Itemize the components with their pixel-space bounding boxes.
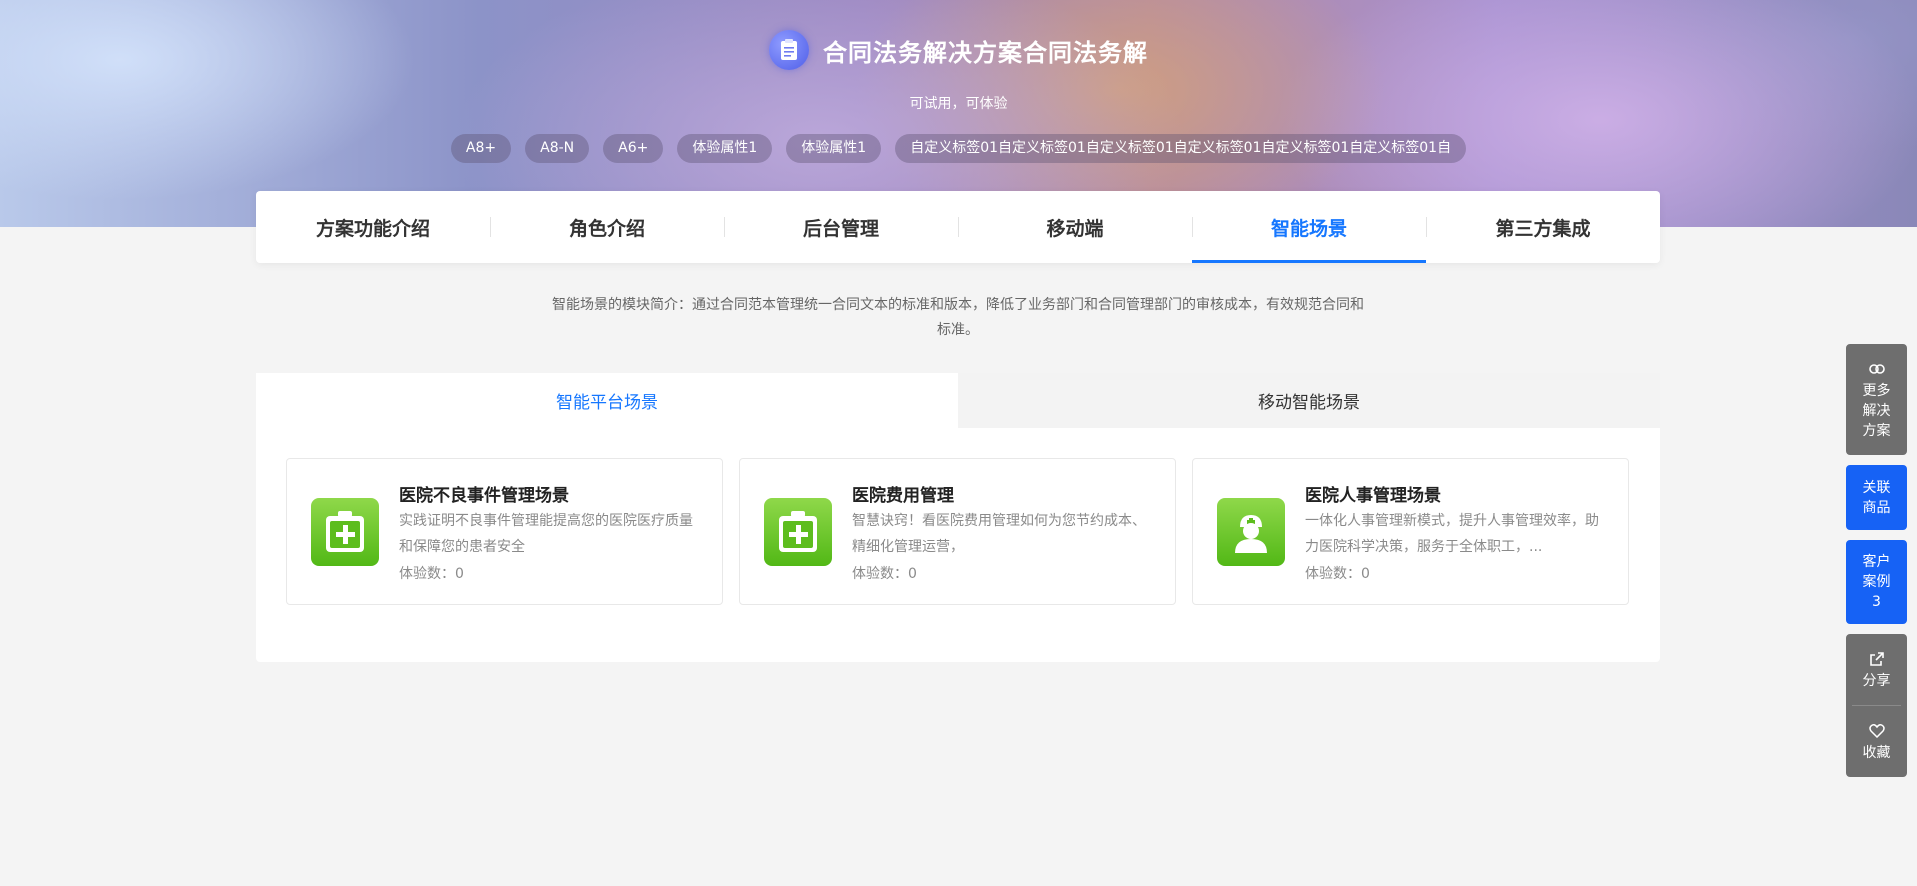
scenario-card-list: 医院不良事件管理场景 实践证明不良事件管理能提高您的医院医疗质量和保障您的患者安…	[286, 458, 1629, 605]
customer-cases-count: 3	[1872, 594, 1881, 610]
scenario-card[interactable]: 医院不良事件管理场景 实践证明不良事件管理能提高您的医院医疗质量和保障您的患者安…	[286, 458, 723, 605]
scene-tabs: 智能平台场景 移动智能场景	[256, 373, 1660, 428]
favorite-button[interactable]: 收藏	[1846, 706, 1907, 777]
share-button[interactable]: 分享	[1846, 634, 1907, 705]
tab-roles[interactable]: 角色介绍	[490, 191, 724, 263]
scenario-card-desc: 智慧诀窍！看医院费用管理如何为您节约成本、精细化管理运营，	[852, 513, 1146, 555]
related-products-label: 关联商品	[1862, 479, 1891, 516]
tab-platform-scenarios[interactable]: 智能平台场景	[256, 373, 958, 428]
tab-backend-admin[interactable]: 后台管理	[724, 191, 958, 263]
favorite-label: 收藏	[1862, 744, 1891, 761]
heart-icon	[1868, 721, 1885, 741]
hero-tag-list: A8+ A8-N A6+ 体验属性1 体验属性1 自定义标签01自定义标签01自…	[0, 134, 1917, 163]
tag-a8plus: A8+	[450, 134, 512, 163]
page-title: 合同法务解决方案合同法务解	[823, 38, 1148, 67]
share-icon	[1869, 649, 1885, 669]
hero-subtitle: 可试用，可体验	[909, 96, 1008, 112]
scenario-card-body: 医院不良事件管理场景 实践证明不良事件管理能提高您的医院医疗质量和保障您的患者安…	[399, 481, 698, 604]
customer-cases-label: 客户案例	[1862, 554, 1891, 590]
scenario-card-desc: 一体化人事管理新模式，提升人事管理效率，助力医院科学决策，服务于全体职工，...	[1305, 513, 1599, 555]
scenario-card-title: 医院费用管理	[852, 486, 954, 506]
main-nav-tabs: 方案功能介绍 角色介绍 后台管理 移动端 智能场景 第三方集成	[256, 191, 1660, 263]
scene-panel: 智能平台场景 移动智能场景 医院不良事件管理场景 实践证明不良事件管理能提高您的…	[256, 373, 1660, 662]
scenario-card-body: 医院费用管理 智慧诀窍！看医院费用管理如何为您节约成本、精细化管理运营， 体验数…	[852, 481, 1151, 604]
right-float-bar: 更多解决方案 关联商品 客户案例 3 分享 收藏	[1846, 344, 1907, 777]
scenario-card-count: 体验数：0	[1305, 566, 1370, 582]
tab-third-party-integration[interactable]: 第三方集成	[1426, 191, 1660, 263]
tag-a6plus: A6+	[603, 134, 664, 163]
scenario-card-body: 医院人事管理场景 一体化人事管理新模式，提升人事管理效率，助力医院科学决策，服务…	[1305, 481, 1604, 604]
tag-attribute-1: 体验属性1	[677, 134, 773, 163]
share-label: 分享	[1862, 672, 1891, 689]
tag-a8n: A8-N	[525, 134, 590, 163]
scenario-card[interactable]: 医院费用管理 智慧诀窍！看医院费用管理如何为您节约成本、精细化管理运营， 体验数…	[739, 458, 1176, 605]
scenario-card-title: 医院不良事件管理场景	[399, 486, 569, 506]
more-solutions-button[interactable]: 更多解决方案	[1846, 344, 1907, 455]
tag-attribute-2: 体验属性1	[786, 134, 882, 163]
scenario-card[interactable]: 医院人事管理场景 一体化人事管理新模式，提升人事管理效率，助力医院科学决策，服务…	[1192, 458, 1629, 605]
scenario-card-desc: 实践证明不良事件管理能提高您的医院医疗质量和保障您的患者安全	[399, 513, 693, 555]
description-line-2: 标准。	[937, 322, 979, 338]
description-line-1: 智能场景的模块简介：通过合同范本管理统一合同文本的标准和版本，降低了业务部门和合…	[552, 297, 1364, 313]
hero-title-row: 合同法务解决方案合同法务解	[0, 30, 1917, 70]
float-action-group: 分享 收藏	[1846, 634, 1907, 777]
tab-mobile-scenarios[interactable]: 移动智能场景	[958, 373, 1660, 428]
more-solutions-label: 更多解决方案	[1862, 382, 1891, 439]
customer-cases-button[interactable]: 客户案例 3	[1846, 540, 1907, 624]
doctor-user-icon	[1217, 498, 1285, 566]
tag-custom: 自定义标签01自定义标签01自定义标签01自定义标签01自定义标签01自定义标签…	[895, 134, 1467, 163]
tab-mobile[interactable]: 移动端	[958, 191, 1192, 263]
medical-kit-icon	[311, 498, 379, 566]
scenario-card-count: 体验数：0	[399, 566, 464, 582]
clipboard-icon	[769, 30, 809, 70]
tab-solution-intro[interactable]: 方案功能介绍	[256, 191, 490, 263]
related-products-button[interactable]: 关联商品	[1846, 465, 1907, 530]
scenario-card-count: 体验数：0	[852, 566, 917, 582]
medical-kit-icon	[764, 498, 832, 566]
link-icon	[1868, 359, 1886, 379]
module-description: 智能场景的模块简介：通过合同范本管理统一合同文本的标准和版本，降低了业务部门和合…	[518, 293, 1398, 343]
tab-smart-scenarios[interactable]: 智能场景	[1192, 191, 1426, 263]
scenario-card-title: 医院人事管理场景	[1305, 486, 1441, 506]
